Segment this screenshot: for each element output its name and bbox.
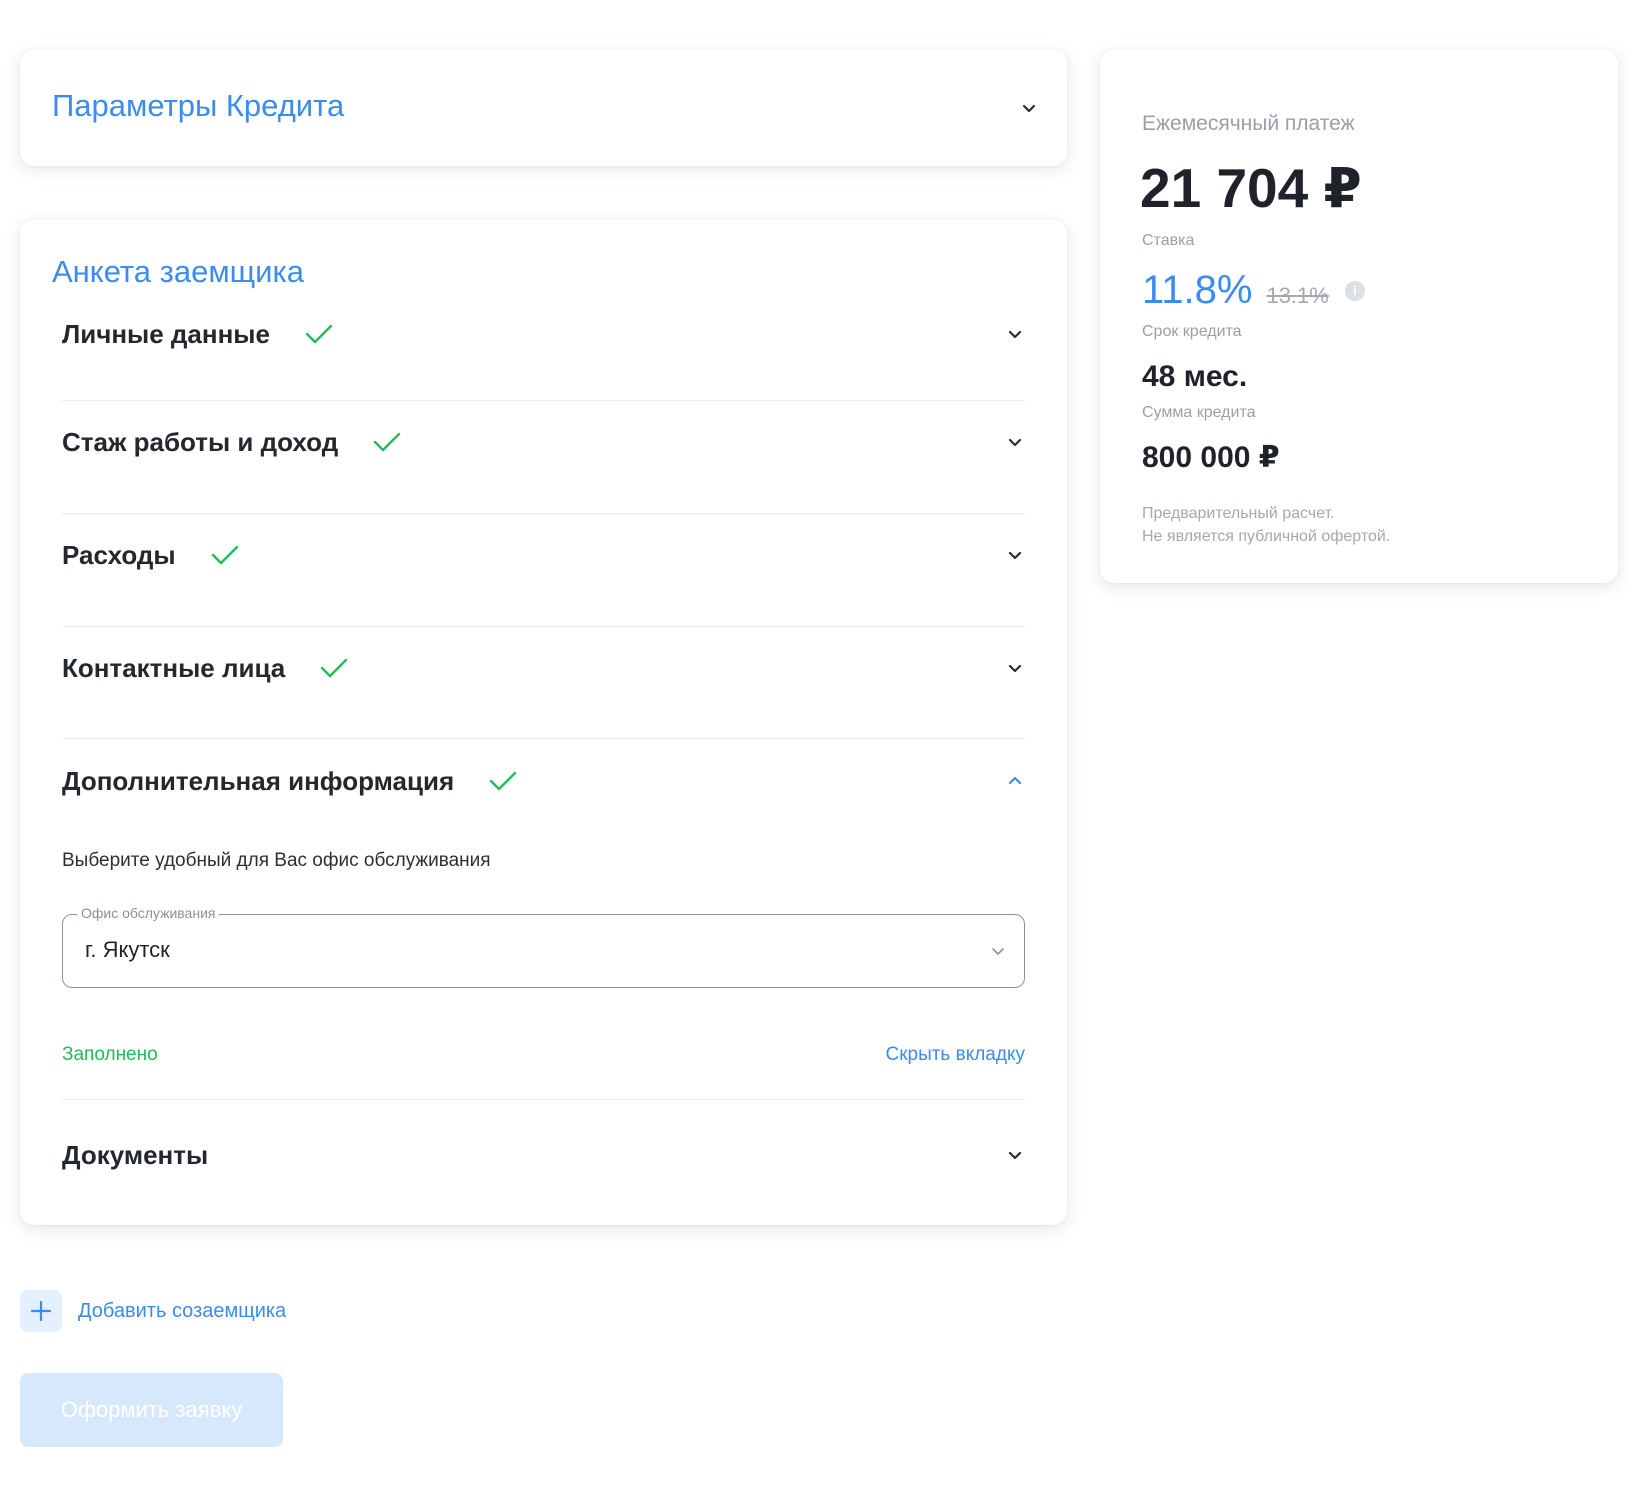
section-label: Контактные лица [62, 652, 286, 683]
plus-icon[interactable] [20, 1290, 62, 1332]
section-expenses[interactable]: Расходы [62, 535, 1025, 575]
disclaimer-line: Не является публичной офертой. [1142, 528, 1391, 545]
chevron-down-icon[interactable] [1005, 324, 1025, 344]
filled-status: Заполнено [62, 1044, 158, 1065]
office-select-value: г. Якутск [85, 937, 170, 962]
credit-params-title: Параметры Кредита [52, 88, 345, 123]
check-icon [372, 430, 402, 454]
section-documents[interactable]: Документы [62, 1135, 1025, 1175]
check-icon [304, 322, 334, 346]
chevron-up-icon[interactable] [1005, 771, 1025, 791]
loan-summary-card: Ежемесячный платеж 21 704 ₽ Ставка 11.8%… [1100, 50, 1618, 583]
chevron-down-icon[interactable] [1005, 545, 1025, 565]
borrower-form-card: Анкета заемщика Личные данные Стаж работ… [20, 220, 1067, 1225]
amount-label: Сумма кредита [1142, 404, 1256, 421]
section-label: Дополнительная информация [62, 765, 455, 796]
term-label: Срок кредита [1142, 323, 1242, 340]
office-prompt: Выберите удобный для Вас офис обслуживан… [62, 850, 491, 871]
add-coborrower-button[interactable]: Добавить созаемщика [20, 1290, 286, 1332]
borrower-form-title: Анкета заемщика [52, 254, 304, 289]
monthly-payment-label: Ежемесячный платеж [1142, 112, 1355, 135]
section-label: Личные данные [62, 318, 270, 349]
rate-new-value: 11.8% [1142, 268, 1253, 312]
chevron-down-icon[interactable] [1005, 658, 1025, 678]
divider [62, 626, 1025, 627]
divider [62, 738, 1025, 739]
section-label: Расходы [62, 539, 176, 570]
info-icon[interactable]: i [1344, 280, 1365, 301]
term-value: 48 мес. [1142, 360, 1248, 393]
chevron-down-icon[interactable] [1005, 1145, 1025, 1165]
office-select-label: Офис обслуживания [77, 905, 220, 921]
chevron-down-icon [988, 941, 1008, 961]
section-personal-data[interactable]: Личные данные [62, 314, 1025, 354]
add-coborrower-label: Добавить созаемщика [78, 1299, 287, 1322]
rate-old-value: 13.1% [1266, 283, 1329, 308]
divider [62, 513, 1025, 514]
amount-value: 800 000 ₽ [1142, 441, 1280, 474]
rate-row: 11.8% 13.1% i [1142, 268, 1365, 313]
section-contacts[interactable]: Контактные лица [62, 648, 1025, 688]
chevron-down-icon[interactable] [1019, 98, 1039, 118]
disclaimer: Предварительный расчет. Не является публ… [1142, 502, 1390, 548]
credit-params-card[interactable]: Параметры Кредита [20, 50, 1067, 166]
divider [62, 400, 1025, 401]
section-work-income[interactable]: Стаж работы и доход [62, 422, 1025, 462]
section-label: Стаж работы и доход [62, 426, 339, 457]
disclaimer-line: Предварительный расчет. [1142, 505, 1335, 522]
hide-tab-link[interactable]: Скрыть вкладку [885, 1044, 1025, 1066]
rate-label: Ставка [1142, 232, 1195, 249]
section-additional-info[interactable]: Дополнительная информация [62, 761, 1025, 801]
divider [62, 1099, 1025, 1100]
check-icon [319, 656, 349, 680]
submit-application-button[interactable]: Оформить заявку [20, 1373, 283, 1447]
monthly-payment-value: 21 704 ₽ [1140, 157, 1362, 219]
section-label: Документы [62, 1139, 209, 1170]
office-select[interactable]: Офис обслуживания г. Якутск [62, 905, 1025, 988]
check-icon [488, 769, 518, 793]
check-icon [210, 543, 240, 567]
chevron-down-icon[interactable] [1005, 432, 1025, 452]
